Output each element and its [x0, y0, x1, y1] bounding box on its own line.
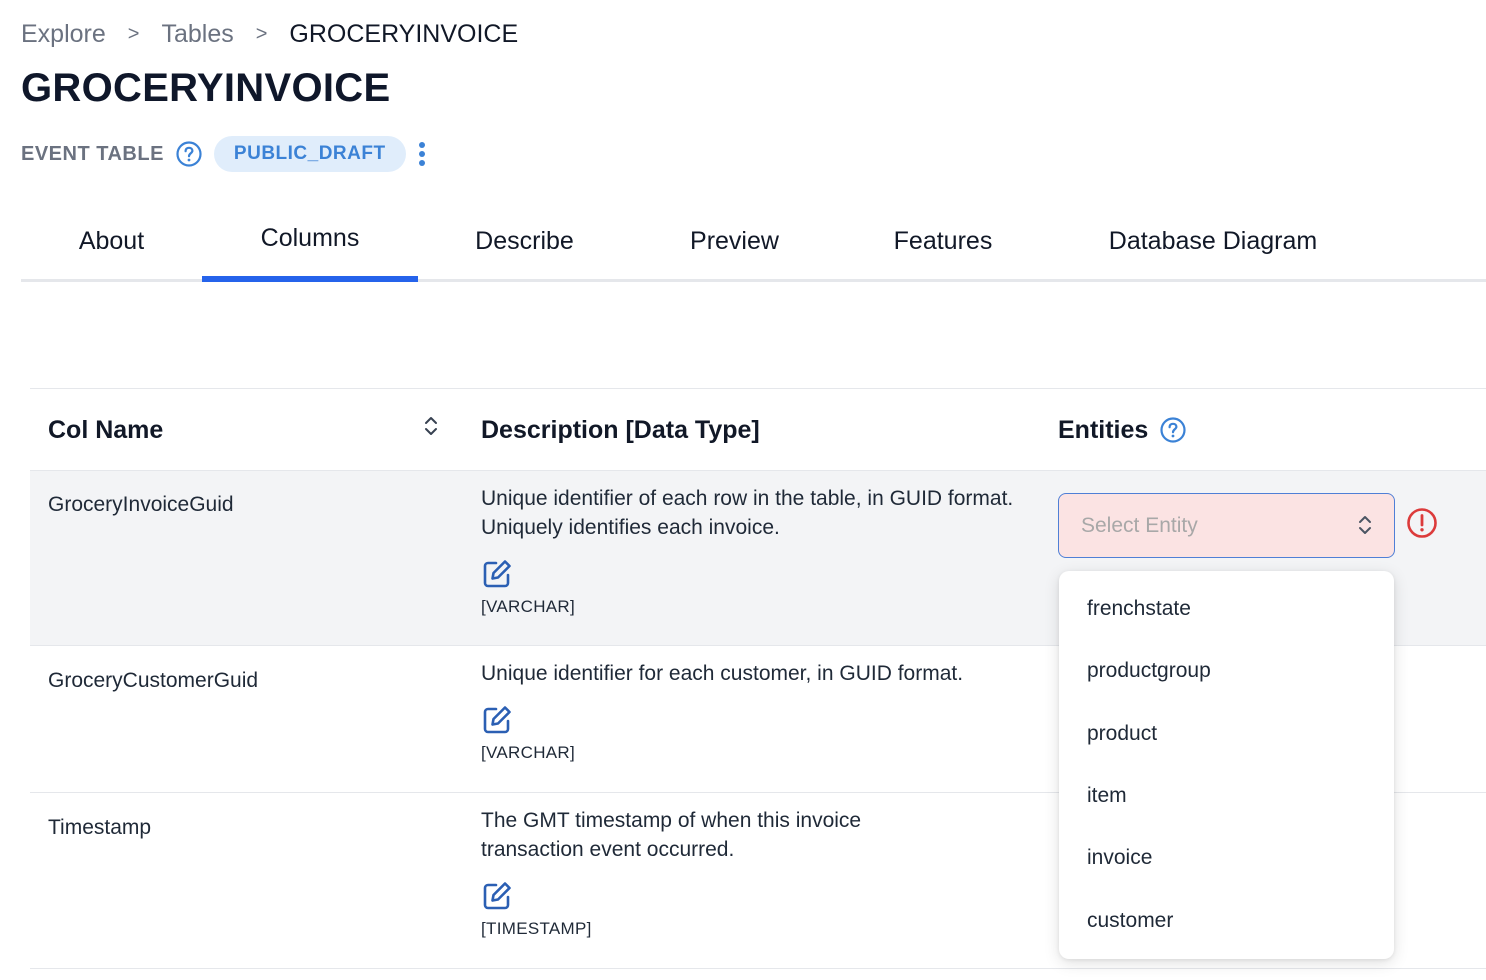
- dropdown-option-frenchstate[interactable]: frenchstate: [1059, 578, 1394, 640]
- chevron-up-down-icon: [1358, 514, 1372, 541]
- tab-database-diagram[interactable]: Database Diagram: [1048, 200, 1378, 282]
- column-data-type: [VARCHAR]: [481, 597, 576, 616]
- dropdown-option-customer[interactable]: customer: [1059, 889, 1394, 951]
- question-circle-icon[interactable]: [1160, 417, 1186, 443]
- entity-select-placeholder: Select Entity: [1081, 513, 1198, 537]
- status-badge[interactable]: PUBLIC_DRAFT: [213, 136, 406, 172]
- column-description: Unique identifier for each customer, in …: [481, 662, 964, 685]
- dropdown-option-item[interactable]: item: [1059, 765, 1394, 827]
- tab-features[interactable]: Features: [838, 200, 1048, 282]
- tab-preview[interactable]: Preview: [631, 200, 838, 282]
- dropdown-option-product[interactable]: product: [1059, 703, 1394, 765]
- header-entities: Entities: [1058, 389, 1186, 471]
- edit-pencil-icon[interactable]: [481, 880, 513, 912]
- kebab-menu-icon[interactable]: [416, 139, 428, 169]
- page: Explore > Tables > GROCERYINVOICE GROCER…: [0, 0, 1486, 980]
- table-header: Col Name Description [Data Type] Entitie…: [30, 389, 1486, 471]
- edit-pencil-icon[interactable]: [481, 704, 513, 736]
- column-name: Timestamp: [48, 816, 152, 839]
- page-title: GROCERYINVOICE: [21, 66, 391, 110]
- breadcrumb: Explore > Tables > GROCERYINVOICE: [21, 18, 518, 50]
- breadcrumb-separator: >: [255, 23, 268, 45]
- column-description-cell: Unique identifier for each customer, in …: [481, 659, 1041, 767]
- breadcrumb-explore[interactable]: Explore: [21, 18, 106, 50]
- column-description: The GMT timestamp of when this invoice t…: [481, 809, 862, 861]
- column-description-cell: The GMT timestamp of when this invoice t…: [481, 806, 941, 943]
- edit-pencil-icon[interactable]: [481, 558, 513, 590]
- dropdown-option-productgroup[interactable]: productgroup: [1059, 640, 1394, 702]
- exclamation-circle-icon: [1406, 507, 1438, 544]
- column-name: GroceryInvoiceGuid: [48, 493, 234, 516]
- entity-select[interactable]: Select Entity: [1058, 493, 1395, 558]
- column-name: GroceryCustomerGuid: [48, 669, 259, 692]
- header-description: Description [Data Type]: [481, 415, 760, 444]
- tab-about[interactable]: About: [21, 200, 202, 282]
- tab-describe[interactable]: Describe: [418, 200, 631, 282]
- column-data-type: [TIMESTAMP]: [481, 919, 592, 938]
- sort-chevrons-icon[interactable]: [424, 415, 438, 442]
- breadcrumb-separator: >: [127, 23, 140, 45]
- column-data-type: [VARCHAR]: [481, 743, 576, 762]
- tab-columns[interactable]: Columns: [202, 200, 418, 282]
- tab-bar: About Columns Describe Preview Features …: [21, 200, 1486, 282]
- header-entities-label: Entities: [1058, 415, 1149, 444]
- header-col-name: Col Name: [48, 415, 164, 444]
- column-description-cell: Unique identifier of each row in the tab…: [481, 484, 1041, 621]
- breadcrumb-current: GROCERYINVOICE: [289, 20, 519, 48]
- table-type-label: EVENT TABLE: [21, 142, 164, 165]
- table-meta-row: EVENT TABLE PUBLIC_DRAFT: [21, 135, 428, 173]
- breadcrumb-tables[interactable]: Tables: [161, 18, 233, 50]
- dropdown-option-invoice[interactable]: invoice: [1059, 827, 1394, 889]
- question-circle-icon[interactable]: [176, 141, 202, 167]
- entity-dropdown-menu: frenchstate productgroup product item in…: [1059, 571, 1394, 959]
- column-description: Unique identifier of each row in the tab…: [481, 487, 1014, 539]
